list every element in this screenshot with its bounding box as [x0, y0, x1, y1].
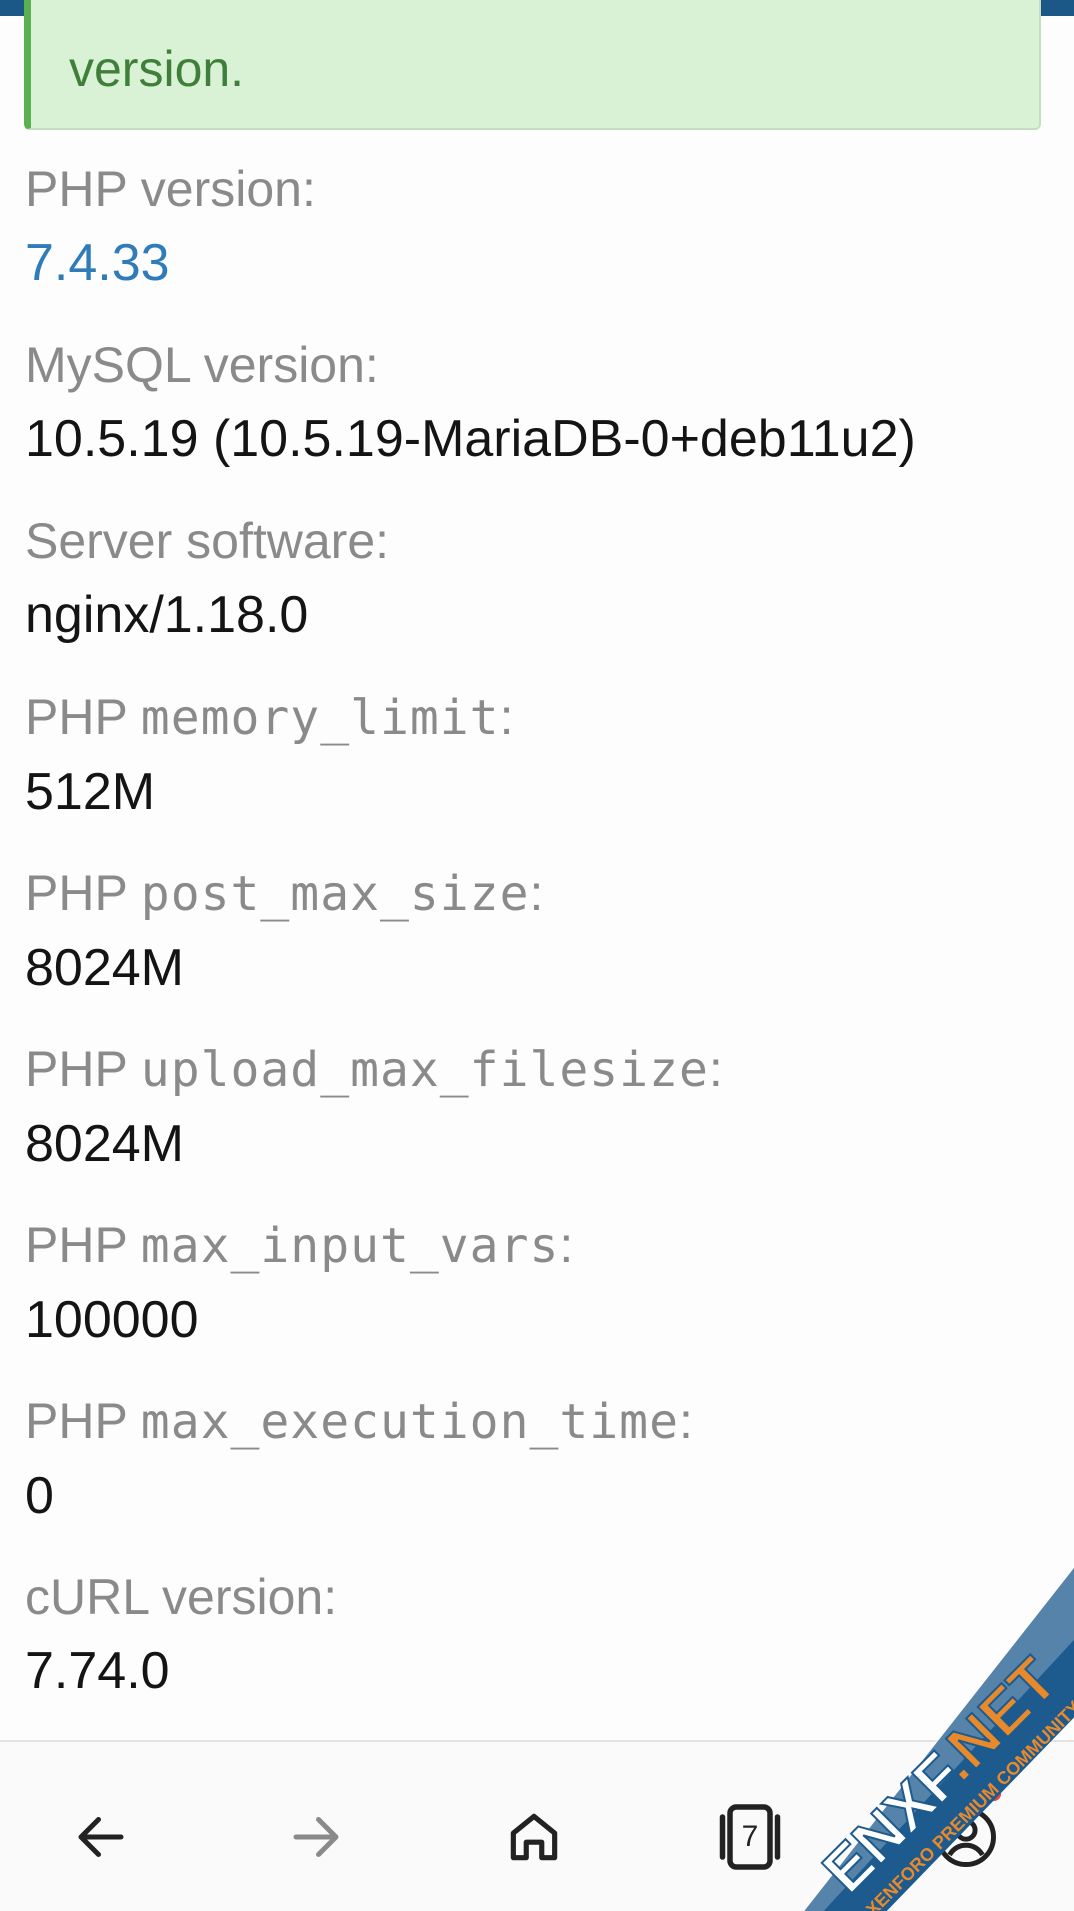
notice-text: version. — [69, 41, 245, 97]
info-label: PHP version: — [25, 161, 316, 217]
info-value: 8024M — [25, 939, 184, 997]
info-value: nginx/1.18.0 — [25, 586, 309, 644]
success-notice: version. — [24, 0, 1041, 130]
label-code: upload_max_filesize — [140, 1042, 709, 1098]
label-code: max_execution_time — [140, 1394, 679, 1450]
info-value: 7.74.0 — [25, 1642, 170, 1700]
info-row-php-version: PHP version: 7.4.33 — [25, 155, 1045, 303]
info-row-curl-version: cURL version: 7.74.0 — [25, 1563, 1045, 1711]
label-suffix: : — [529, 865, 544, 921]
info-value: 8024M — [25, 1115, 184, 1173]
info-label: PHP max_execution_time: — [25, 1387, 1045, 1456]
label-suffix: : — [499, 689, 514, 745]
label-suffix: : — [678, 1393, 693, 1449]
info-label: PHP memory_limit: — [25, 683, 1045, 752]
home-button[interactable] — [489, 1792, 579, 1882]
info-row-memory-limit: PHP memory_limit: 512M — [25, 683, 1045, 832]
notification-dot — [987, 1787, 1001, 1801]
label-prefix: PHP — [25, 1393, 141, 1449]
page: version. PHP version: 7.4.33 MySQL versi… — [0, 0, 1074, 1911]
info-row-post-max-size: PHP post_max_size: 8024M — [25, 859, 1045, 1008]
arrow-right-icon — [293, 1817, 339, 1857]
home-icon — [510, 1813, 558, 1861]
label-code: post_max_size — [140, 866, 530, 922]
info-value: 10.5.19 (10.5.19-MariaDB-0+deb11u2) — [25, 410, 916, 468]
info-label: PHP upload_max_filesize: — [25, 1035, 1045, 1104]
label-prefix: PHP — [25, 1041, 141, 1097]
label-prefix: PHP — [25, 689, 141, 745]
info-row-mysql-version: MySQL version: 10.5.19 (10.5.19-MariaDB-… — [25, 331, 1045, 479]
info-value: 100000 — [25, 1291, 199, 1349]
info-label: MySQL version: — [25, 337, 379, 393]
info-row-server-software: Server software: nginx/1.18.0 — [25, 507, 1045, 655]
info-row-max-execution-time: PHP max_execution_time: 0 — [25, 1387, 1045, 1536]
label-prefix: PHP — [25, 865, 141, 921]
info-value: 0 — [25, 1467, 54, 1525]
account-button[interactable] — [921, 1792, 1011, 1882]
label-prefix: PHP — [25, 1217, 141, 1273]
label-suffix: : — [708, 1041, 723, 1097]
info-label: PHP max_input_vars: — [25, 1211, 1045, 1280]
back-button[interactable] — [56, 1792, 146, 1882]
info-row-max-input-vars: PHP max_input_vars: 100000 — [25, 1211, 1045, 1360]
label-suffix: : — [559, 1217, 574, 1273]
label-code: memory_limit — [140, 690, 500, 746]
arrow-left-icon — [78, 1817, 124, 1857]
info-label: Server software: — [25, 513, 390, 569]
info-value: 512M — [25, 763, 156, 821]
info-label: cURL version: — [25, 1569, 338, 1625]
account-circle-icon — [936, 1807, 996, 1867]
tabs-button[interactable]: 7 — [705, 1792, 795, 1882]
tab-count: 7 — [741, 1820, 759, 1853]
info-label: PHP post_max_size: — [25, 859, 1045, 928]
browser-bottom-nav: 7 — [0, 1740, 1074, 1911]
forward-button[interactable] — [271, 1792, 361, 1882]
label-code: max_input_vars — [140, 1218, 560, 1274]
php-version-link[interactable]: 7.4.33 — [25, 223, 1045, 303]
info-row-upload-max-filesize: PHP upload_max_filesize: 8024M — [25, 1035, 1045, 1184]
